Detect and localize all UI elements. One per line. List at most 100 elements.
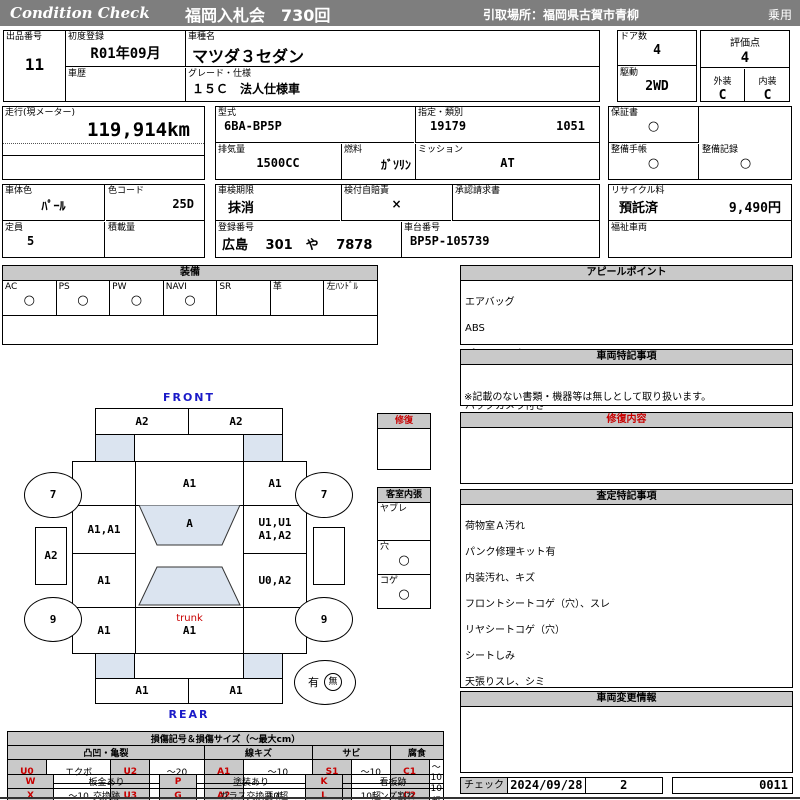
inspection-value: 抹消: [228, 201, 255, 216]
trunk: trunk A1: [135, 607, 244, 654]
class-no-1: 19179: [430, 119, 467, 133]
legend-group-corrosion: 腐食: [389, 745, 445, 760]
score-value: 4: [740, 50, 750, 66]
spare-yes-label: 有: [307, 676, 319, 689]
vehicle-info-box: 出品番号 11 初度登録 R01年09月 車歴 車種名 マツダ３セダン グレード…: [3, 30, 600, 102]
trunk-code: A1: [182, 624, 197, 637]
front-left-corner: [95, 434, 135, 462]
equipment-empty-row: [3, 316, 377, 346]
displacement-label: 排気量: [218, 145, 246, 155]
class-no-2: 1051: [556, 119, 585, 133]
appeal-item: エアバッグ: [465, 297, 515, 308]
rear-label: REAR: [168, 708, 210, 721]
maintenance-book-mark: ○: [647, 156, 660, 171]
front-right-wheel-code: 7: [320, 488, 328, 501]
rear-bumper-left-code: A1: [96, 679, 189, 703]
registration-box: 車検期限 抹消 検付自賠責 × 承認請求書 登録番号 広島 301 や 7878…: [215, 184, 600, 258]
hood-code: A1: [182, 477, 197, 490]
maintenance-book-label: 整備手帳: [611, 145, 648, 155]
drive-label: 駆動: [620, 68, 639, 78]
exhibit-no-label: 出品番号: [6, 32, 43, 42]
mission-value: AT: [500, 156, 515, 170]
equip-mark-ps: ○: [77, 293, 89, 308]
appeal-title: アピールポイント: [461, 266, 792, 281]
equip-label-ps: PS: [58, 282, 70, 292]
insurance-label: 検付自賠責: [344, 186, 390, 196]
exterior-grade: C: [718, 88, 727, 103]
fuel-label: 燃料: [344, 145, 363, 155]
left-front-door: A1,A1: [72, 505, 136, 554]
rear-right-wheel-code: 9: [320, 613, 328, 626]
front-bumper-left-code: A2: [96, 409, 189, 434]
left-quarter: A1: [72, 607, 136, 654]
body-color-label: 車体色: [5, 186, 33, 196]
documents-box: 保証書 ○ 整備手帳 ○ 整備記録 ○: [608, 106, 792, 180]
repair-content-body: [461, 428, 792, 432]
rear-left-wheel: 9: [24, 597, 82, 642]
equip-label-leather: 革: [272, 282, 282, 292]
history-label: 車歴: [68, 69, 87, 79]
cabin-box: 客室内張 ヤブレ 穴 ○ コゲ ○: [377, 487, 431, 609]
repair-mini-title: 修復: [378, 414, 430, 429]
auction-title: 福岡入札会 730回: [185, 6, 331, 25]
color-code-label: 色コード: [108, 186, 145, 196]
front-bumper: A2 A2: [95, 408, 283, 435]
hood: A1: [135, 461, 244, 506]
model-code-value: 6BA-BP5P: [224, 119, 282, 133]
front-left-wheel: 7: [24, 472, 82, 518]
insurance-mark: ×: [391, 197, 402, 211]
brand-logo: Condition Check: [10, 4, 150, 22]
spare-no-circled: 無: [324, 672, 343, 691]
maintenance-record-label: 整備記録: [702, 145, 739, 155]
repair-content-box: 修復内容: [460, 412, 793, 484]
mark-desc: 塗装あり: [196, 774, 306, 789]
spec-box: 型式 6BA-BP5P 指定・類別 19179 1051 排気量 1500CC …: [215, 106, 600, 180]
assessment-item: 内装汚れ、キズ: [465, 573, 536, 584]
pickup-location: 引取場所：福岡県古賀市青柳: [483, 8, 640, 22]
equip-label-navi: NAVI: [165, 282, 187, 292]
repair-mini-box: 修復: [377, 413, 431, 470]
repair-content-title: 修復内容: [461, 413, 792, 428]
recycle-box: リサイクル料 預託済 9,490円 福祉車両: [608, 184, 792, 258]
left-quarter-code: A1: [97, 624, 111, 637]
warranty-mark: ○: [647, 119, 660, 134]
color-capacity-box: 車体色 ﾊﾟｰﾙ 色コード 25D 定員 5 積載量: [2, 184, 205, 258]
divider: [3, 143, 204, 144]
cabin-title: 客室内張: [378, 488, 430, 503]
equip-label-lhd: 左ﾊﾝﾄﾞﾙ: [326, 282, 358, 292]
score-label: 評価点: [730, 38, 760, 49]
equip-label-pw: PW: [112, 282, 127, 292]
check-count: 2: [585, 777, 664, 794]
doors-drive-box: ドア数 4 駆動 2WD: [617, 30, 697, 102]
right-front-door-code-1: U1,U1: [258, 516, 292, 529]
interior-label: 内装: [758, 77, 777, 87]
assessment-item: 荷物室Ａ汚れ: [465, 521, 525, 532]
change-info-box: 車両変更情報: [460, 691, 793, 773]
approval-label: 承認請求書: [455, 186, 501, 196]
displacement-value: 1500CC: [256, 156, 300, 170]
legend-group-scratch: 線キズ: [203, 745, 314, 760]
front-label: FRONT: [162, 391, 216, 404]
greenhouse: A: [135, 505, 244, 608]
capacity-label: 定員: [5, 223, 24, 233]
capacity-value: 5: [27, 234, 35, 248]
windshield-code: A: [186, 517, 193, 530]
left-rear-door: A1: [72, 553, 136, 608]
equip-mark-ac: ○: [23, 293, 35, 308]
appeal-item: ABS: [465, 323, 485, 334]
front-bumper-right-code: A2: [229, 415, 243, 428]
equip-label-sr: SR: [219, 282, 232, 292]
trunk-label: trunk: [176, 613, 203, 624]
score-box: 評価点 4 外装 C 内装 C: [700, 30, 790, 103]
assessment-item: パンク修理キット有: [465, 547, 556, 558]
appeal-box: アピールポイント エアバッグ ABS プッシュスタート 衝突被害軽減ブレーキ バ…: [460, 265, 793, 412]
check-label: チェック: [460, 777, 509, 794]
chassis-label: 車台番号: [404, 223, 441, 233]
check-row: チェック 2024/09/28 2: [460, 777, 664, 794]
mark-code: K: [305, 774, 343, 789]
cabin-mark-hole: ○: [398, 553, 410, 568]
check-date: 2024/09/28: [508, 777, 586, 794]
first-reg-value: R01年09月: [90, 46, 161, 62]
mark-desc: 看板跡: [342, 774, 444, 789]
grade-value: １５Ｃ 法人仕様車: [192, 82, 301, 96]
